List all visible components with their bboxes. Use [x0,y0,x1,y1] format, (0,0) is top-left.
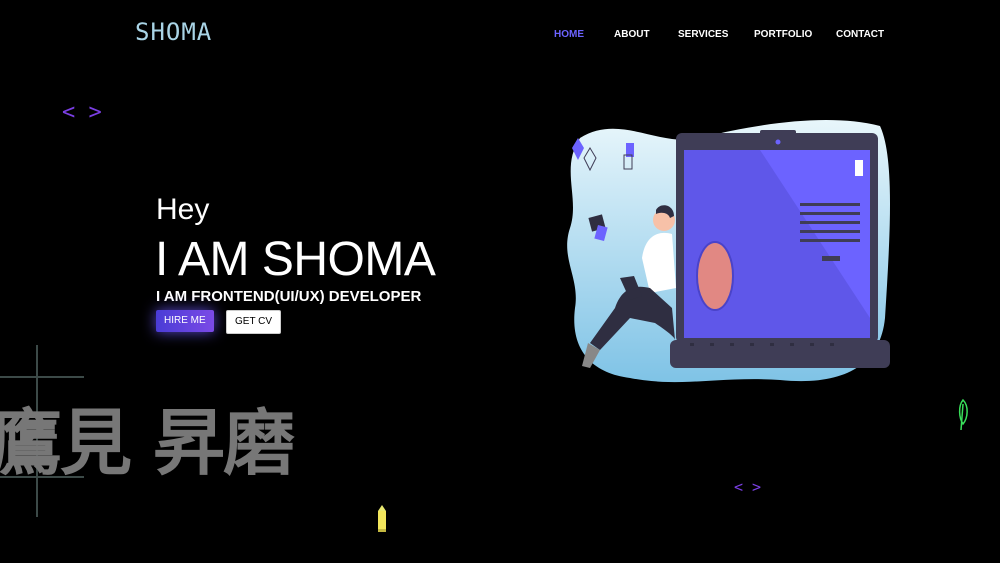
japanese-name-text: 鷹見 昇磨 [0,401,295,485]
hero-greeting: Hey [156,193,210,226]
main-nav: HOME ABOUT SERVICES PORTFOLIO CONTACT [0,29,1000,43]
feather-icon [958,398,968,431]
code-brackets-icon: < > [734,478,762,496]
nav-home[interactable]: HOME [554,29,584,40]
hire-me-button[interactable]: HIRE ME [156,310,214,332]
laptop-base [670,340,890,368]
nav-about[interactable]: ABOUT [614,29,650,40]
hero-title: I AM SHOMA [155,233,436,286]
nav-services[interactable]: SERVICES [678,29,728,40]
decor-line [0,376,84,378]
hero-illustration [567,119,890,383]
nav-contact[interactable]: CONTACT [836,29,884,40]
nav-portfolio[interactable]: PORTFOLIO [754,29,812,40]
screen-oval [696,241,734,311]
get-cv-button[interactable]: GET CV [226,310,282,334]
webcam [760,130,796,136]
hero-subtitle: I AM FRONTEND(UI/UX) DEVELOPER [156,288,422,305]
code-brackets-icon: < > [62,100,102,125]
pencil-icon [378,505,386,532]
